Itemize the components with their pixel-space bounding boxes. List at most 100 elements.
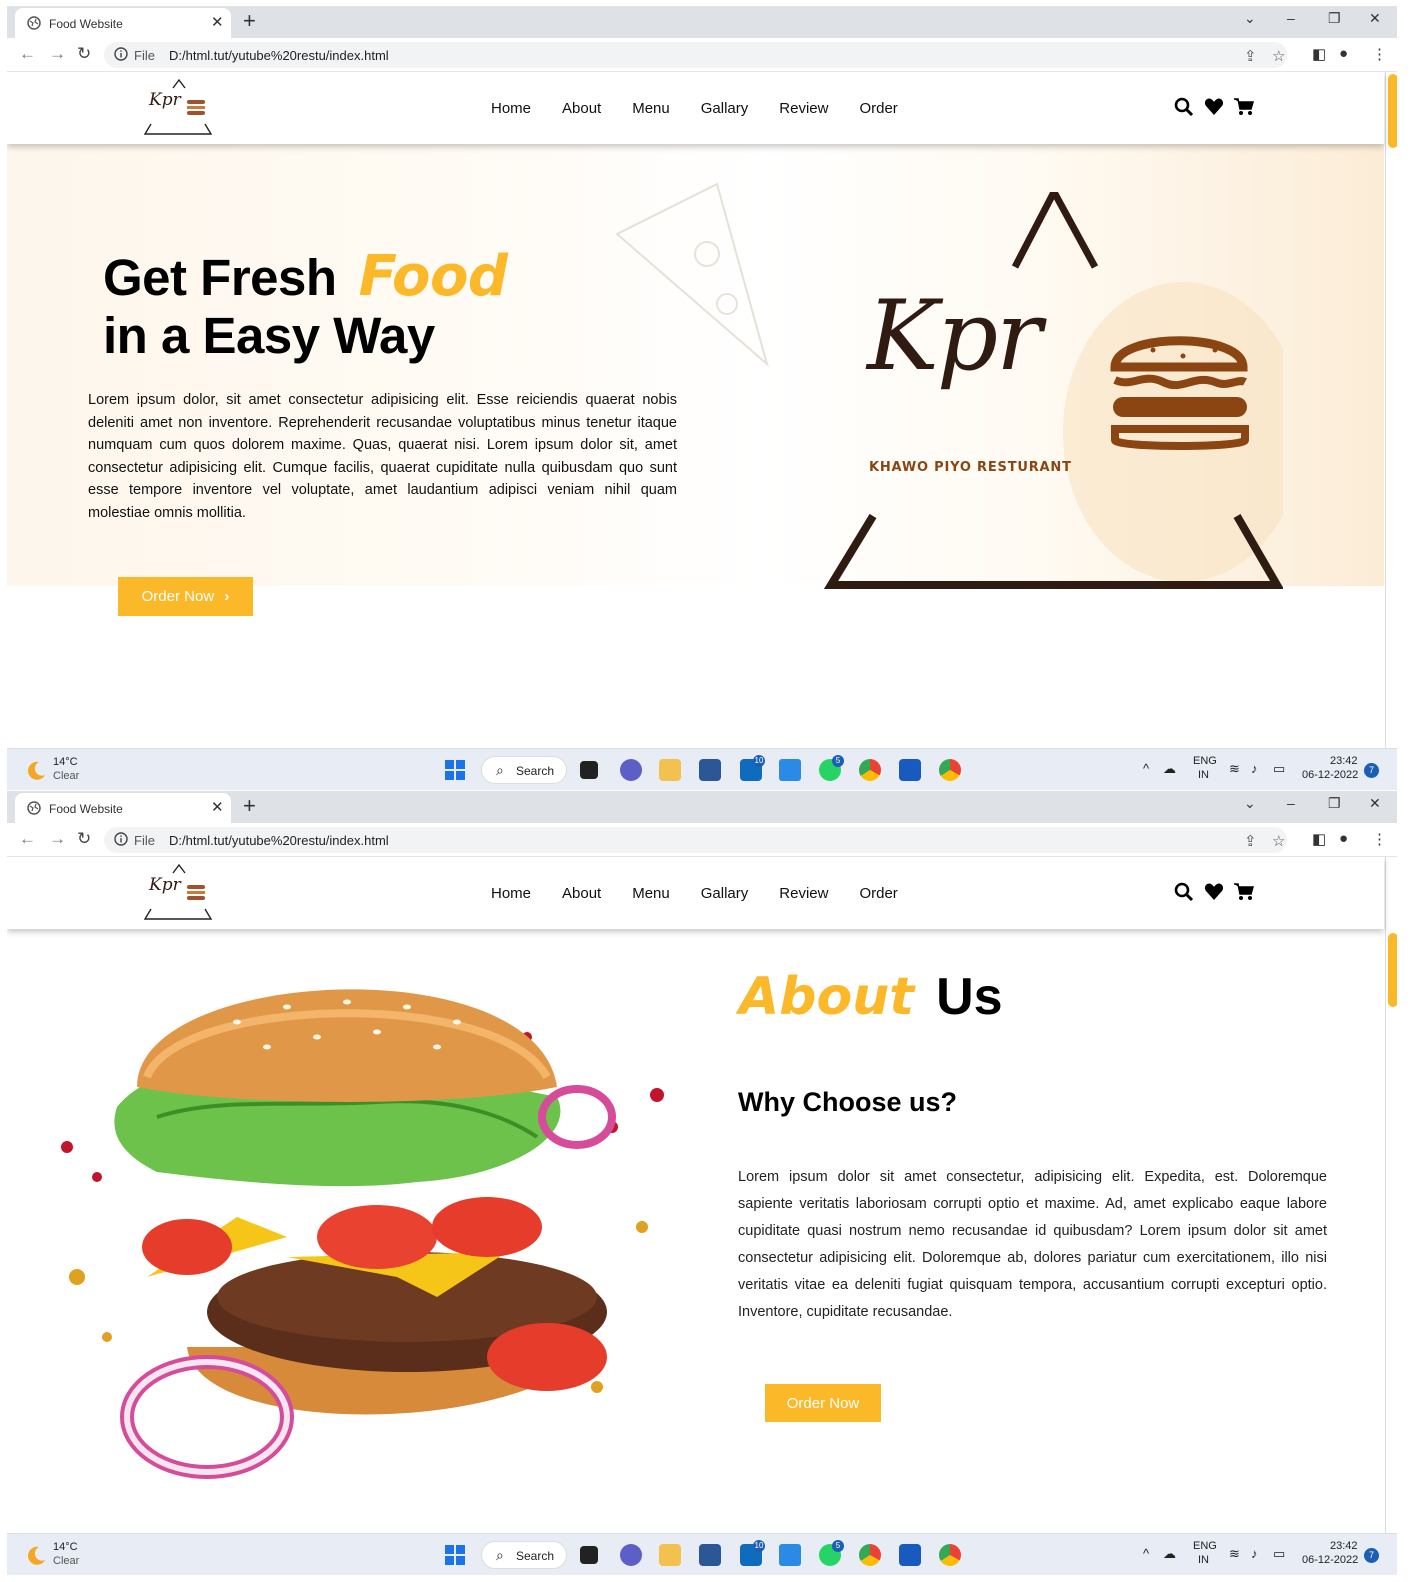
onedrive-icon[interactable]: ☁ [1163,1546,1176,1562]
taskbar-search[interactable]: ⌕ Search [481,1541,567,1569]
reload-icon[interactable]: ↻ [77,829,91,849]
notification-badge[interactable]: 7 [1364,763,1379,778]
tab-search-icon[interactable]: ⌄ [1244,795,1256,812]
url-text[interactable]: D:/html.tut/yutube%20restu/index.html [169,833,389,848]
back-icon[interactable]: ← [19,44,36,64]
wifi-icon[interactable]: ≋ [1229,761,1240,777]
nav-order[interactable]: Order [859,885,897,902]
nav-about[interactable]: About [562,100,601,117]
bookmark-star-icon[interactable]: ☆ [1272,832,1285,850]
notification-badge[interactable]: 7 [1364,1548,1379,1563]
profile-icon[interactable]: ● [1339,45,1348,62]
scrollbar-thumb[interactable] [1388,74,1397,148]
info-icon[interactable] [114,832,128,846]
volume-icon[interactable]: ♪ [1251,761,1258,776]
nav-menu[interactable]: Menu [632,885,670,902]
close-window-icon[interactable]: ✕ [1369,795,1381,812]
nav-about[interactable]: About [562,885,601,902]
lang-bottom[interactable]: IN [1198,1554,1209,1566]
lang-top[interactable]: ENG [1193,1540,1217,1552]
nav-order[interactable]: Order [859,100,897,117]
page-scrollbar[interactable] [1385,72,1397,748]
moon-icon[interactable] [25,759,47,781]
task-view-icon[interactable] [580,1546,598,1564]
browser-tab[interactable]: Food Website ✕ [15,8,231,38]
cart-icon[interactable] [1234,882,1254,902]
task-view-icon[interactable] [580,761,598,779]
store-icon[interactable] [699,759,721,781]
heart-icon[interactable] [1204,97,1224,117]
info-icon[interactable] [114,47,128,61]
search-icon[interactable] [1174,97,1194,117]
scrollbar-thumb[interactable] [1388,933,1397,1007]
new-tab-icon[interactable]: + [243,8,256,34]
onedrive-icon[interactable]: ☁ [1163,761,1176,777]
search-icon[interactable] [1174,882,1194,902]
forward-icon[interactable]: → [49,44,66,64]
nav-review[interactable]: Review [779,100,828,117]
nav-gallary[interactable]: Gallary [701,885,749,902]
windows-start-icon[interactable] [444,759,466,781]
restore-icon[interactable]: ❐ [1328,795,1341,812]
forward-icon[interactable]: → [49,829,66,849]
store-icon[interactable] [699,1544,721,1566]
vscode-icon[interactable] [779,759,801,781]
restore-icon[interactable]: ❐ [1328,10,1341,27]
nav-home[interactable]: Home [491,100,531,117]
side-panel-icon[interactable]: ◧ [1312,45,1326,63]
chrome-icon[interactable] [859,1544,881,1566]
menu-dots-icon[interactable]: ⋮ [1372,830,1387,848]
site-logo[interactable]: Kpr [143,76,215,138]
file-explorer-icon[interactable] [659,1544,681,1566]
vscode-icon[interactable] [779,1544,801,1566]
chrome-icon[interactable] [859,759,881,781]
volume-icon[interactable]: ♪ [1251,1546,1258,1561]
word-icon[interactable] [899,759,921,781]
close-tab-icon[interactable]: ✕ [211,13,224,31]
hero-order-button[interactable]: Order Now › [118,577,253,616]
chevron-up-icon[interactable]: ^ [1143,761,1149,776]
wifi-icon[interactable]: ≋ [1229,1546,1240,1562]
profile-icon[interactable]: ● [1339,830,1348,847]
new-tab-icon[interactable]: + [243,793,256,819]
minimize-icon[interactable]: – [1287,795,1295,811]
clock-date[interactable]: 06-12-2022 [1302,1554,1358,1566]
clock-date[interactable]: 06-12-2022 [1302,769,1358,781]
nav-gallary[interactable]: Gallary [701,100,749,117]
tab-search-icon[interactable]: ⌄ [1244,10,1256,27]
share-icon[interactable]: ⇪ [1244,47,1257,65]
moon-icon[interactable] [25,1544,47,1566]
taskbar-search[interactable]: ⌕ Search [481,756,567,784]
battery-icon[interactable]: ▭ [1273,1546,1285,1562]
side-panel-icon[interactable]: ◧ [1312,830,1326,848]
reload-icon[interactable]: ↻ [77,44,91,64]
chevron-up-icon[interactable]: ^ [1143,1546,1149,1561]
address-bar[interactable]: File D:/html.tut/yutube%20restu/index.ht… [104,42,1287,68]
nav-review[interactable]: Review [779,885,828,902]
about-order-button[interactable]: Order Now [765,1384,881,1422]
lang-bottom[interactable]: IN [1198,769,1209,781]
back-icon[interactable]: ← [19,829,36,849]
heart-icon[interactable] [1204,882,1224,902]
address-bar[interactable]: File D:/html.tut/yutube%20restu/index.ht… [104,827,1287,853]
teams-chat-icon[interactable] [620,1544,642,1566]
site-logo[interactable]: Kpr [143,861,215,923]
chrome-icon[interactable] [939,759,961,781]
share-icon[interactable]: ⇪ [1244,832,1257,850]
browser-tab[interactable]: Food Website ✕ [15,793,231,823]
nav-home[interactable]: Home [491,885,531,902]
windows-start-icon[interactable] [444,1544,466,1566]
page-scrollbar[interactable] [1385,857,1397,1533]
clock-time[interactable]: 23:42 [1330,755,1358,767]
word-icon[interactable] [899,1544,921,1566]
clock-time[interactable]: 23:42 [1330,1540,1358,1552]
cart-icon[interactable] [1234,97,1254,117]
file-explorer-icon[interactable] [659,759,681,781]
lang-top[interactable]: ENG [1193,755,1217,767]
menu-dots-icon[interactable]: ⋮ [1372,45,1387,63]
close-tab-icon[interactable]: ✕ [211,798,224,816]
chrome-icon[interactable] [939,1544,961,1566]
url-text[interactable]: D:/html.tut/yutube%20restu/index.html [169,48,389,63]
minimize-icon[interactable]: – [1287,10,1295,26]
nav-menu[interactable]: Menu [632,100,670,117]
